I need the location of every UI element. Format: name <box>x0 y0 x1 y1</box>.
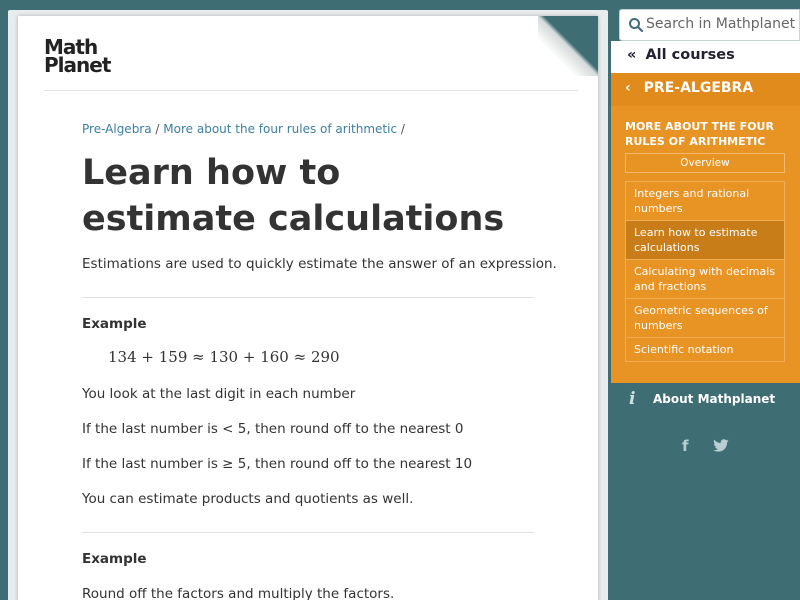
mathplanet-logo[interactable]: Math Planet <box>44 37 111 77</box>
breadcrumb-link-four-rules[interactable]: More about the four rules of arithmetic <box>163 122 397 136</box>
example-heading: Example <box>82 551 147 567</box>
twitter-icon[interactable] <box>712 439 730 453</box>
lesson-item-decimals[interactable]: Calculating with decimals and fractions <box>625 259 785 298</box>
facebook-icon[interactable]: f <box>682 437 689 455</box>
all-courses-label: All courses <box>645 47 735 63</box>
overview-button[interactable]: Overview <box>625 153 785 173</box>
all-courses-link[interactable]: « All courses <box>611 41 800 73</box>
section-title[interactable]: MORE ABOUT THE FOUR RULES OF ARITHMETIC <box>625 119 795 149</box>
paragraph: Round off the factors and multiply the f… <box>82 586 395 600</box>
paragraph: If the last number is ≥ 5, then round of… <box>82 456 473 472</box>
logo-line2: Planet <box>44 53 111 77</box>
about-label: About Mathplanet <box>653 392 776 406</box>
search-icon <box>629 18 644 33</box>
paragraph: If the last number is < 5, then round of… <box>82 421 464 437</box>
breadcrumb-separator: / <box>155 122 160 136</box>
chevron-left-icon: ‹ <box>625 80 631 96</box>
divider <box>82 532 534 533</box>
lesson-item-estimate[interactable]: Learn how to estimate calculations <box>625 220 785 259</box>
info-icon: i <box>629 389 636 409</box>
course-nav-panel: ‹ PRE-ALGEBRA MORE ABOUT THE FOUR RULES … <box>611 73 800 383</box>
lesson-item-geometric[interactable]: Geometric sequences of numbers <box>625 298 785 337</box>
lesson-menu: Integers and rational numbers Learn how … <box>625 181 785 362</box>
breadcrumb-link-pre-algebra[interactable]: Pre-Algebra <box>82 122 152 136</box>
page-title: Learn how to estimate calculations <box>82 153 505 239</box>
paragraph: You can estimate products and quotients … <box>82 491 414 507</box>
lesson-item-integers[interactable]: Integers and rational numbers <box>625 181 785 220</box>
divider <box>82 297 534 298</box>
content-page: Math Planet Pre-Algebra / More about the… <box>18 16 598 600</box>
about-link[interactable]: i About Mathplanet <box>611 383 800 415</box>
search-box[interactable] <box>619 9 800 41</box>
course-label: PRE-ALGEBRA <box>643 80 754 96</box>
search-input[interactable] <box>646 16 796 32</box>
intro-text: Estimations are used to quickly estimate… <box>82 256 557 272</box>
paragraph: You look at the last digit in each numbe… <box>82 386 356 402</box>
course-link-pre-algebra[interactable]: ‹ PRE-ALGEBRA <box>611 73 800 106</box>
breadcrumb-separator: / <box>400 122 405 136</box>
formula: 134 + 159 ≈ 130 + 160 ≈ 290 <box>108 348 340 366</box>
header-divider <box>44 90 578 91</box>
double-chevron-left-icon: « <box>627 47 637 63</box>
example-heading: Example <box>82 316 147 332</box>
breadcrumb: Pre-Algebra / More about the four rules … <box>82 122 405 136</box>
page-curl-decoration <box>538 16 598 76</box>
lesson-item-scientific[interactable]: Scientific notation <box>625 337 785 362</box>
